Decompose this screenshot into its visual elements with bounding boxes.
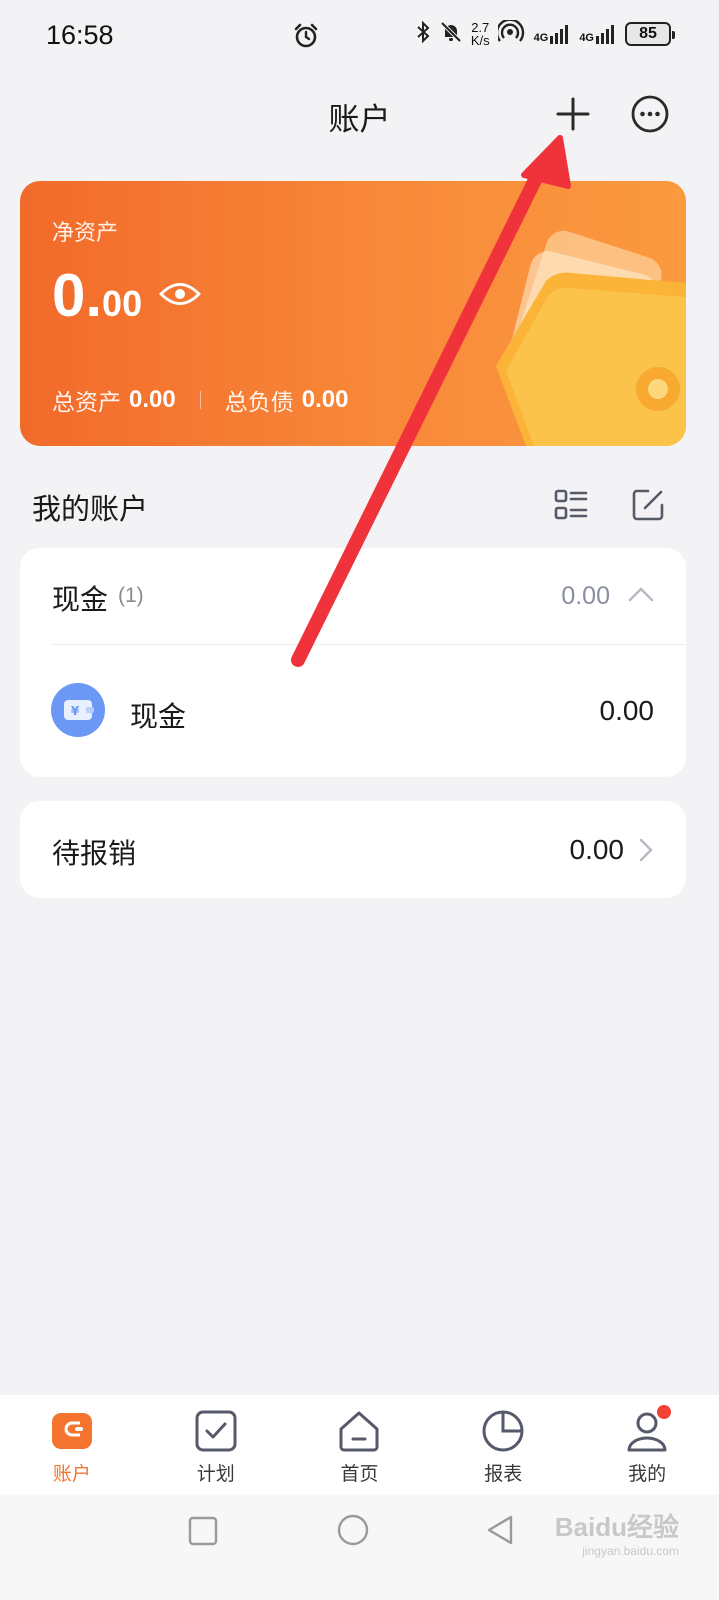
total-liabilities-value: 0.00 (301, 386, 349, 413)
network-speed: 2.7 K/s (471, 21, 490, 47)
hotspot-icon (495, 18, 526, 48)
status-time: 16:58 (46, 20, 114, 50)
pending-reimbursement-row[interactable]: 待报销 0.00 (20, 801, 686, 898)
speed-unit: K/s (470, 33, 490, 48)
back-triangle-icon[interactable] (485, 1514, 515, 1546)
list-view-button[interactable] (553, 487, 589, 523)
cash-group-card: 现金 (1) 0.00 ¥ 现金 0.00 (20, 548, 686, 777)
reimbursement-amount: 0.00 (569, 834, 625, 865)
more-options-button[interactable] (630, 94, 670, 134)
net-assets-card[interactable]: 净资产 0.00 总资产 0.00 总负债 0.00 (20, 181, 686, 446)
tab-label: 账户 (52, 1463, 91, 1485)
tab-label: 报表 (484, 1463, 523, 1485)
account-amount: 0.00 (599, 695, 655, 726)
baidu-watermark: Baidu经验 jingyan.baidu.com (555, 1507, 679, 1558)
summary-divider (199, 391, 201, 409)
tab-home[interactable]: 首页 (288, 1395, 432, 1495)
group-amount: 0.00 (561, 582, 610, 610)
network-type-2: 4G (579, 32, 594, 44)
system-navigation-bar: Baidu经验 jingyan.baidu.com (0, 1495, 719, 1600)
pie-chart-icon (479, 1407, 527, 1455)
net-assets-int: 0. (52, 262, 103, 329)
signal-1: 4G (534, 24, 572, 44)
edit-icon (632, 489, 664, 521)
plus-icon (556, 97, 590, 131)
recent-apps-icon[interactable] (188, 1516, 218, 1546)
watermark-brand: Baidu经验 (554, 1512, 679, 1542)
network-type-1: 4G (533, 32, 549, 44)
total-liabilities-label: 总负债 (224, 390, 294, 416)
account-row[interactable]: ¥ 现金 0.00 (20, 645, 686, 777)
chevron-up-icon[interactable] (628, 586, 654, 602)
page-title: 账户 (328, 102, 391, 138)
wallet-icon (48, 1407, 96, 1455)
eye-icon[interactable] (158, 279, 202, 313)
tab-label: 计划 (196, 1463, 235, 1485)
group-name: 现金 (52, 583, 109, 616)
tab-reports[interactable]: 报表 (431, 1395, 575, 1495)
user-icon (623, 1405, 672, 1455)
checkbox-icon (192, 1407, 240, 1455)
total-assets-value: 0.00 (129, 386, 176, 413)
tab-label: 我的 (628, 1463, 667, 1485)
battery-indicator: 85 (625, 22, 675, 46)
status-indicators: 2.7 K/s 4G 4G 85 (415, 18, 675, 48)
net-assets-dec: 00 (102, 283, 143, 324)
watermark-url: jingyan.baidu.com (582, 1544, 679, 1558)
tab-mine[interactable]: 我的 (575, 1395, 719, 1495)
bluetooth-icon (415, 20, 431, 48)
home-circle-icon[interactable] (337, 1514, 369, 1546)
chevron-right-icon (639, 838, 653, 862)
add-account-button[interactable] (553, 94, 593, 134)
tab-plan[interactable]: 计划 (144, 1395, 288, 1495)
top-app-bar: 账户 (0, 80, 719, 150)
mute-bell-icon (439, 20, 463, 48)
bottom-tab-bar: 账户 计划 首页 报表 我的 (0, 1395, 719, 1495)
account-group-header[interactable]: 现金 (1) 0.00 (20, 548, 686, 644)
home-icon (335, 1407, 383, 1455)
signal-bars-icon (596, 25, 614, 44)
reimbursement-label: 待报销 (52, 837, 137, 870)
notification-badge (657, 1405, 672, 1419)
total-assets-label: 总资产 (52, 390, 121, 416)
account-name: 现金 (130, 700, 187, 733)
wallet-illustration (496, 230, 686, 446)
tab-label: 首页 (340, 1463, 379, 1485)
signal-bars-icon (550, 25, 569, 44)
status-bar: 16:58 2.7 K/s 4G 4G 85 (0, 0, 719, 76)
cash-wallet-icon: ¥ (51, 683, 105, 737)
list-layout-icon (554, 489, 588, 520)
more-dots-icon (631, 95, 669, 133)
signal-2: 4G (579, 24, 617, 44)
group-count: (1) (118, 584, 144, 607)
net-assets-value: 0.00 (52, 261, 142, 330)
edit-accounts-button[interactable] (630, 487, 666, 523)
svg-text:¥: ¥ (71, 704, 80, 718)
battery-level: 85 (639, 25, 657, 42)
my-accounts-title: 我的账户 (32, 492, 149, 526)
alarm-icon (292, 22, 320, 54)
net-assets-label: 净资产 (52, 221, 119, 246)
assets-summary-row: 总资产 0.00 总负债 0.00 (52, 383, 348, 417)
tab-accounts[interactable]: 账户 (0, 1395, 144, 1495)
